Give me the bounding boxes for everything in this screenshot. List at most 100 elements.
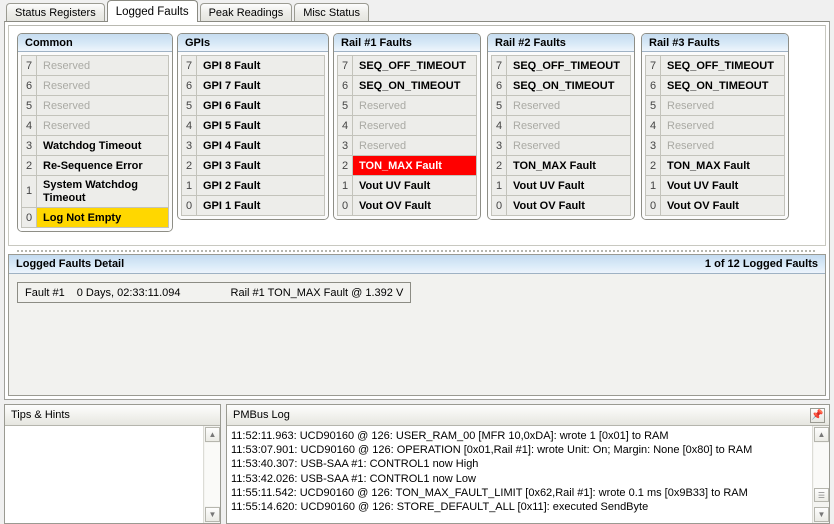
table-row[interactable]: 6SEQ_ON_TIMEOUT [646, 76, 785, 96]
table-row[interactable]: 1Vout UV Fault [338, 176, 477, 196]
table-row[interactable]: 6GPI 7 Fault [182, 76, 325, 96]
table-row[interactable]: 4Reserved [646, 116, 785, 136]
pmbus-log-line: 11:55:11.542: UCD90160 @ 126: TON_MAX_FA… [231, 486, 810, 500]
fault-entry-id: Fault #1 [25, 287, 65, 299]
table-row[interactable]: 3Reserved [646, 136, 785, 156]
table-row[interactable]: 3Reserved [338, 136, 477, 156]
table-row[interactable]: 2GPI 3 Fault [182, 156, 325, 176]
table-row[interactable]: 0Log Not Empty [22, 208, 169, 228]
fault-group-body: 7Reserved6Reserved5Reserved4Reserved3Wat… [18, 52, 172, 231]
table-row[interactable]: 3Reserved [492, 136, 631, 156]
bit-label: Reserved [507, 136, 631, 156]
bit-label: Reserved [507, 116, 631, 136]
pmbus-log-vertical-scrollbar[interactable]: ▲ ☰ ▼ [812, 426, 829, 523]
bit-number: 7 [22, 56, 37, 76]
bit-number: 3 [182, 136, 197, 156]
table-row[interactable]: 5GPI 6 Fault [182, 96, 325, 116]
scroll-up-icon[interactable]: ▲ [814, 427, 829, 442]
table-row[interactable]: 0GPI 1 Fault [182, 196, 325, 216]
bit-number: 1 [492, 176, 507, 196]
fault-bit-table: 7SEQ_OFF_TIMEOUT6SEQ_ON_TIMEOUT5Reserved… [491, 55, 631, 216]
fault-group-title: Rail #2 Faults [488, 34, 634, 52]
bit-number: 7 [492, 56, 507, 76]
bit-number: 4 [22, 116, 37, 136]
table-row[interactable]: 7SEQ_OFF_TIMEOUT [338, 56, 477, 76]
table-row[interactable]: 5Reserved [22, 96, 169, 116]
pin-icon[interactable]: 📌 [810, 408, 825, 423]
table-row[interactable]: 2TON_MAX Fault [338, 156, 477, 176]
fault-group-title: Common [18, 34, 172, 52]
pmbus-log-line: 11:55:14.620: UCD90160 @ 126: STORE_DEFA… [231, 500, 810, 514]
scroll-down-icon[interactable]: ▼ [205, 507, 220, 522]
bit-label: Reserved [37, 56, 169, 76]
bit-label: GPI 8 Fault [197, 56, 325, 76]
bit-label: SEQ_ON_TIMEOUT [661, 76, 785, 96]
table-row[interactable]: 0Vout OV Fault [492, 196, 631, 216]
bit-label: Vout UV Fault [661, 176, 785, 196]
table-row[interactable]: 2TON_MAX Fault [492, 156, 631, 176]
bit-label: SEQ_OFF_TIMEOUT [507, 56, 631, 76]
fault-entry-item[interactable]: Fault #1 0 Days, 02:33:11.094 Rail #1 TO… [17, 282, 411, 303]
bit-number: 5 [338, 96, 353, 116]
bit-label: TON_MAX Fault [353, 156, 477, 176]
table-row[interactable]: 3GPI 4 Fault [182, 136, 325, 156]
table-row[interactable]: 6SEQ_ON_TIMEOUT [492, 76, 631, 96]
table-row[interactable]: 4Reserved [338, 116, 477, 136]
table-row[interactable]: 4Reserved [492, 116, 631, 136]
table-row[interactable]: 1GPI 2 Fault [182, 176, 325, 196]
fault-bit-table: 7Reserved6Reserved5Reserved4Reserved3Wat… [21, 55, 169, 228]
bit-number: 0 [22, 208, 37, 228]
bit-number: 6 [492, 76, 507, 96]
fault-group-common: Common7Reserved6Reserved5Reserved4Reserv… [17, 33, 173, 232]
table-row[interactable]: 4GPI 5 Fault [182, 116, 325, 136]
tips-scroll-track[interactable] [205, 443, 220, 506]
bit-number: 4 [338, 116, 353, 136]
scroll-up-icon[interactable]: ▲ [205, 427, 220, 442]
bit-number: 6 [646, 76, 661, 96]
bit-label: Reserved [353, 136, 477, 156]
bit-label: Reserved [37, 76, 169, 96]
table-row[interactable]: 2TON_MAX Fault [646, 156, 785, 176]
bit-number: 3 [646, 136, 661, 156]
fault-group-gpis: GPIs7GPI 8 Fault6GPI 7 Fault5GPI 6 Fault… [177, 33, 329, 220]
tab-logged-faults[interactable]: Logged Faults [107, 0, 198, 22]
fault-group-body: 7GPI 8 Fault6GPI 7 Fault5GPI 6 Fault4GPI… [178, 52, 328, 219]
table-row[interactable]: 0Vout OV Fault [646, 196, 785, 216]
table-row[interactable]: 5Reserved [492, 96, 631, 116]
tips-vertical-scrollbar[interactable]: ▲ ▼ [203, 426, 220, 523]
tab-peak-readings[interactable]: Peak Readings [200, 3, 293, 22]
table-row[interactable]: 4Reserved [22, 116, 169, 136]
tab-status-registers[interactable]: Status Registers [6, 3, 105, 22]
scroll-down-icon[interactable]: ▼ [814, 507, 829, 522]
table-row[interactable]: 7GPI 8 Fault [182, 56, 325, 76]
tab-misc-status[interactable]: Misc Status [294, 3, 369, 22]
tips-pane-body: ▲ ▼ [5, 426, 220, 523]
bit-number: 3 [22, 136, 37, 156]
fault-group-body: 7SEQ_OFF_TIMEOUT6SEQ_ON_TIMEOUT5Reserved… [488, 52, 634, 219]
pmbus-log-body: 11:52:11.963: UCD90160 @ 126: USER_RAM_0… [227, 426, 829, 523]
table-row[interactable]: 5Reserved [338, 96, 477, 116]
bit-number: 6 [22, 76, 37, 96]
table-row[interactable]: 5Reserved [646, 96, 785, 116]
bit-number: 7 [646, 56, 661, 76]
fault-group-rail-3-faults: Rail #3 Faults7SEQ_OFF_TIMEOUT6SEQ_ON_TI… [641, 33, 789, 220]
table-row[interactable]: 6SEQ_ON_TIMEOUT [338, 76, 477, 96]
detail-panel-header: Logged Faults Detail 1 of 12 Logged Faul… [9, 255, 825, 274]
bit-label: Reserved [353, 116, 477, 136]
table-row[interactable]: 1Vout UV Fault [646, 176, 785, 196]
table-row[interactable]: 1System Watchdog Timeout [22, 176, 169, 208]
fault-group-rail-1-faults: Rail #1 Faults7SEQ_OFF_TIMEOUT6SEQ_ON_TI… [333, 33, 481, 220]
bit-number: 5 [182, 96, 197, 116]
table-row[interactable]: 7SEQ_OFF_TIMEOUT [492, 56, 631, 76]
table-row[interactable]: 2Re-Sequence Error [22, 156, 169, 176]
table-row[interactable]: 1Vout UV Fault [492, 176, 631, 196]
bit-label: GPI 7 Fault [197, 76, 325, 96]
table-row[interactable]: 6Reserved [22, 76, 169, 96]
table-row[interactable]: 7Reserved [22, 56, 169, 76]
pmbus-scroll-thumb[interactable]: ☰ [814, 488, 829, 502]
fault-bit-table: 7SEQ_OFF_TIMEOUT6SEQ_ON_TIMEOUT5Reserved… [645, 55, 785, 216]
table-row[interactable]: 3Watchdog Timeout [22, 136, 169, 156]
table-row[interactable]: 7SEQ_OFF_TIMEOUT [646, 56, 785, 76]
bit-label: Log Not Empty [37, 208, 169, 228]
table-row[interactable]: 0Vout OV Fault [338, 196, 477, 216]
